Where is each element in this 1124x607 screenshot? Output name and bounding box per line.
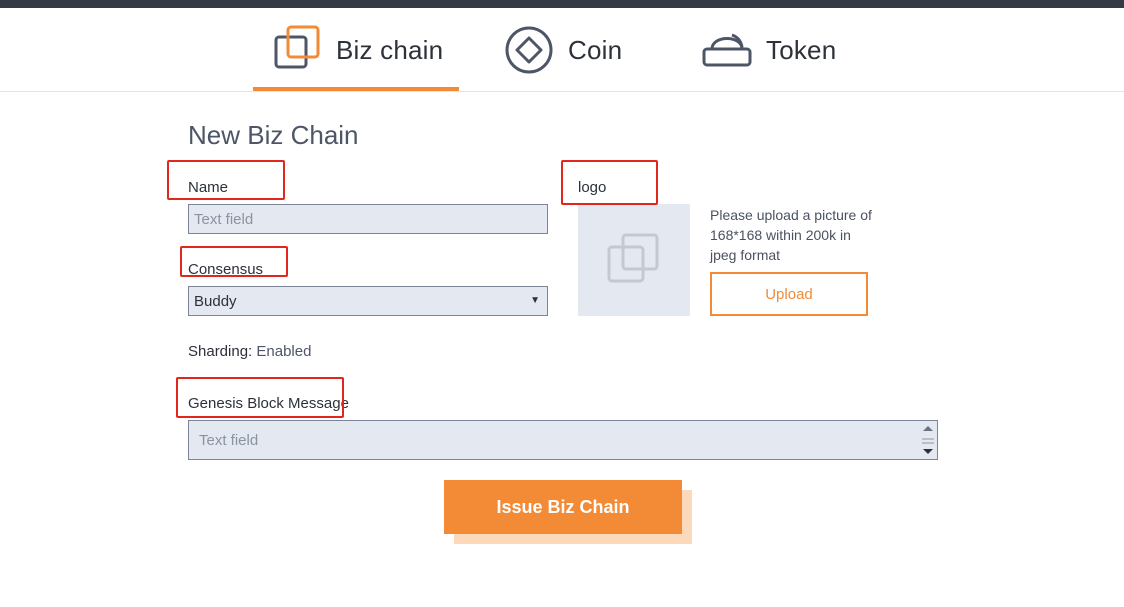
issue-biz-chain-button[interactable]: Issue Biz Chain: [444, 480, 682, 534]
tab-token[interactable]: Token: [702, 8, 836, 92]
sharding-label: Sharding:: [188, 343, 253, 360]
token-icon: [702, 33, 752, 67]
biz-chain-icon: [274, 25, 320, 69]
active-tab-indicator: [253, 87, 459, 91]
consensus-selected-value: Buddy: [194, 292, 237, 310]
highlight-box-name: [167, 160, 285, 200]
top-bar: [0, 0, 1124, 8]
coin-icon: [505, 26, 553, 74]
consensus-select[interactable]: Buddy ▼: [188, 286, 548, 316]
highlight-box-genesis: [176, 377, 344, 418]
scroll-down-icon[interactable]: [923, 449, 933, 454]
tab-coin-label: Coin: [568, 34, 623, 65]
genesis-placeholder: Text field: [199, 432, 259, 449]
upload-hint: Please upload a picture of 168*168 withi…: [710, 207, 872, 263]
logo-preview: [578, 204, 690, 316]
chevron-down-icon: ▼: [530, 295, 540, 306]
genesis-message-input[interactable]: Text field: [188, 420, 938, 460]
highlight-box-consensus: [180, 246, 288, 277]
sharding-status: Sharding: Enabled: [188, 343, 311, 360]
upload-button[interactable]: Upload: [710, 272, 868, 316]
highlight-box-logo: [561, 160, 658, 205]
tab-bar: Biz chain Coin Token: [0, 8, 1124, 92]
tab-token-label: Token: [766, 34, 837, 65]
textarea-scrollbar[interactable]: [920, 422, 936, 458]
sharding-value: Enabled: [256, 343, 312, 360]
tab-coin[interactable]: Coin: [504, 8, 622, 92]
page-title: New Biz Chain: [188, 120, 359, 150]
scroll-up-icon[interactable]: [923, 426, 933, 431]
scroll-thumb[interactable]: [922, 438, 934, 444]
name-input[interactable]: [188, 204, 548, 234]
tab-biz-chain-label: Biz chain: [336, 34, 444, 65]
image-placeholder-icon: [607, 233, 659, 283]
tab-biz-chain[interactable]: Biz chain: [272, 8, 443, 92]
